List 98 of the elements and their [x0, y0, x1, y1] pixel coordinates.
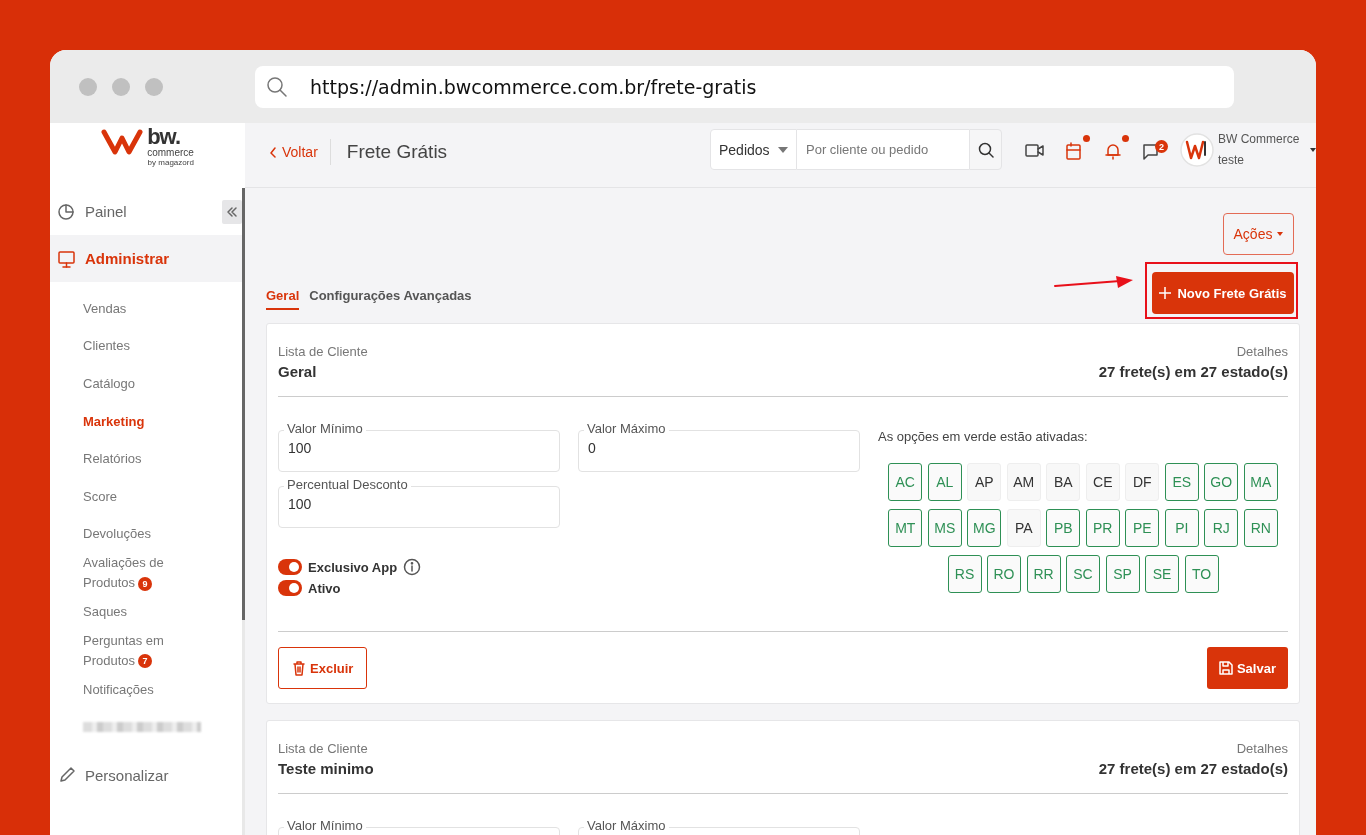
- calendar-button[interactable]: [1064, 137, 1090, 162]
- toggle-switch[interactable]: [278, 580, 302, 596]
- back-link[interactable]: Voltar: [269, 139, 331, 165]
- plus-icon: [1159, 287, 1172, 299]
- state-toggle[interactable]: RO: [987, 555, 1021, 593]
- state-toggle[interactable]: RS: [947, 555, 982, 593]
- logo-byline: by magazord: [147, 159, 194, 167]
- toggle-switch[interactable]: [278, 559, 302, 575]
- state-toggle[interactable]: GO: [1204, 463, 1239, 501]
- state-toggle[interactable]: PA: [1006, 509, 1041, 547]
- state-toggle[interactable]: MG: [967, 509, 1002, 547]
- sidebar-link[interactable]: Perguntas em Produtos 7: [83, 630, 245, 671]
- sidebar-link[interactable]: Devoluções: [83, 515, 245, 554]
- list-label: Lista de Cliente: [278, 740, 369, 758]
- count-badge: 9: [138, 576, 153, 591]
- state-toggle[interactable]: PB: [1046, 509, 1081, 547]
- calendar-icon: [1064, 140, 1084, 162]
- double-chevron-icon: [226, 206, 238, 218]
- state-toggle[interactable]: PI: [1164, 509, 1199, 547]
- sidebar-link[interactable]: Relatórios: [83, 440, 245, 478]
- state-toggle[interactable]: RR: [1026, 555, 1061, 593]
- page-title: Frete Grátis: [346, 140, 448, 163]
- toggle-label: Exclusivo App: [308, 559, 398, 575]
- caret-down-icon: [778, 146, 788, 153]
- address-bar[interactable]: https://admin.bwcommerce.com.br/frete-gratis: [255, 65, 1234, 108]
- state-toggle[interactable]: BA: [1046, 463, 1081, 501]
- logo-icon: [101, 126, 144, 156]
- state-toggle[interactable]: MS: [927, 509, 962, 547]
- sidebar-item[interactable]: Personalizar: [50, 751, 245, 799]
- state-toggle[interactable]: RJ: [1204, 509, 1239, 547]
- chevron-left-icon: [269, 146, 277, 158]
- actions-button[interactable]: Ações: [1223, 213, 1294, 255]
- chat-bubble-button[interactable]: 2: [1142, 137, 1168, 162]
- input-field[interactable]: Percentual Desconto 100: [278, 477, 560, 528]
- state-toggle[interactable]: RN: [1243, 509, 1278, 547]
- logo-text: bw.: [147, 126, 180, 148]
- sidebar-link[interactable]: Clientes: [83, 327, 245, 366]
- state-toggle[interactable]: AC: [888, 463, 923, 501]
- state-toggle[interactable]: PE: [1125, 509, 1160, 547]
- notification-dot: [1122, 135, 1129, 142]
- state-toggle[interactable]: MT: [888, 509, 923, 547]
- state-toggle[interactable]: DF: [1125, 463, 1160, 501]
- state-toggle[interactable]: MA: [1243, 463, 1278, 501]
- state-toggle[interactable]: AP: [967, 463, 1002, 501]
- sidebar-link[interactable]: Avaliações de Produtos 9: [83, 553, 245, 594]
- state-toggle[interactable]: ES: [1164, 463, 1199, 501]
- state-toggle[interactable]: AL: [927, 463, 962, 501]
- monitor-icon: [57, 248, 76, 269]
- state-toggle[interactable]: TO: [1184, 555, 1219, 593]
- state-toggle[interactable]: CE: [1085, 463, 1120, 501]
- input-field[interactable]: Valor Máximo 0: [578, 421, 860, 472]
- logo-subtitle: commerce: [147, 148, 194, 158]
- list-name: Geral: [278, 362, 318, 382]
- sidebar-link[interactable]: Saques: [83, 593, 245, 631]
- sidebar-link[interactable]: Notificações: [83, 670, 245, 709]
- notification-dot: [1083, 135, 1090, 142]
- state-toggle[interactable]: PR: [1085, 509, 1120, 547]
- collapse-button[interactable]: [222, 200, 242, 224]
- state-toggle[interactable]: SC: [1066, 555, 1100, 593]
- count-badge: 2: [1155, 140, 1168, 153]
- details-label: Detalhes: [1236, 740, 1288, 758]
- search-field[interactable]: Por cliente ou pedido: [797, 129, 969, 170]
- sidebar-item[interactable]: Administrar: [50, 235, 245, 282]
- sidebar-link[interactable]: Vendas: [83, 290, 245, 328]
- trash-icon: [292, 660, 306, 676]
- count-badge: 7: [138, 654, 153, 669]
- user-menu[interactable]: BW Commerce teste: [1180, 128, 1316, 171]
- pie-chart-icon: [57, 201, 76, 222]
- shipping-summary: 27 frete(s) em 27 estado(s): [1098, 362, 1288, 382]
- search-scope-dropdown[interactable]: Pedidos: [710, 129, 797, 170]
- shipping-summary: 27 frete(s) em 27 estado(s): [1098, 759, 1288, 779]
- sidebar-link[interactable]: Marketing: [83, 402, 245, 441]
- avatar-icon: [1180, 132, 1214, 167]
- tab[interactable]: Configurações Avançadas: [309, 288, 472, 310]
- toggle-label: Ativo: [308, 580, 341, 596]
- save-button[interactable]: Salvar: [1206, 647, 1288, 689]
- caret-down-icon: [1310, 147, 1316, 152]
- sidebar-link[interactable]: Catálogo: [83, 365, 245, 403]
- search-button[interactable]: [969, 129, 1002, 170]
- search-icon: [266, 75, 288, 98]
- hint-text: As opções em verde estão ativadas:: [878, 429, 1089, 444]
- caret-down-icon: [1277, 232, 1284, 236]
- state-toggle[interactable]: AM: [1006, 463, 1041, 501]
- state-toggle[interactable]: SP: [1105, 555, 1140, 593]
- list-label: Lista de Cliente: [278, 343, 368, 361]
- search-icon: [977, 141, 994, 158]
- scrollbar[interactable]: [242, 188, 245, 835]
- sidebar-item[interactable]: Painel: [50, 188, 245, 235]
- tab[interactable]: Geral: [266, 288, 300, 310]
- input-field[interactable]: Valor Mínimo 100: [278, 421, 560, 472]
- list-name: Teste minimo: [278, 759, 374, 779]
- sidebar-link[interactable]: Score: [83, 477, 245, 516]
- arrow-icon: [1054, 275, 1134, 289]
- new-free-shipping-button[interactable]: Novo Frete Grátis: [1152, 272, 1294, 314]
- details-label: Detalhes: [1236, 343, 1288, 361]
- bell-button[interactable]: [1103, 137, 1129, 162]
- state-toggle[interactable]: SE: [1145, 555, 1179, 593]
- delete-button[interactable]: Excluir: [278, 647, 368, 689]
